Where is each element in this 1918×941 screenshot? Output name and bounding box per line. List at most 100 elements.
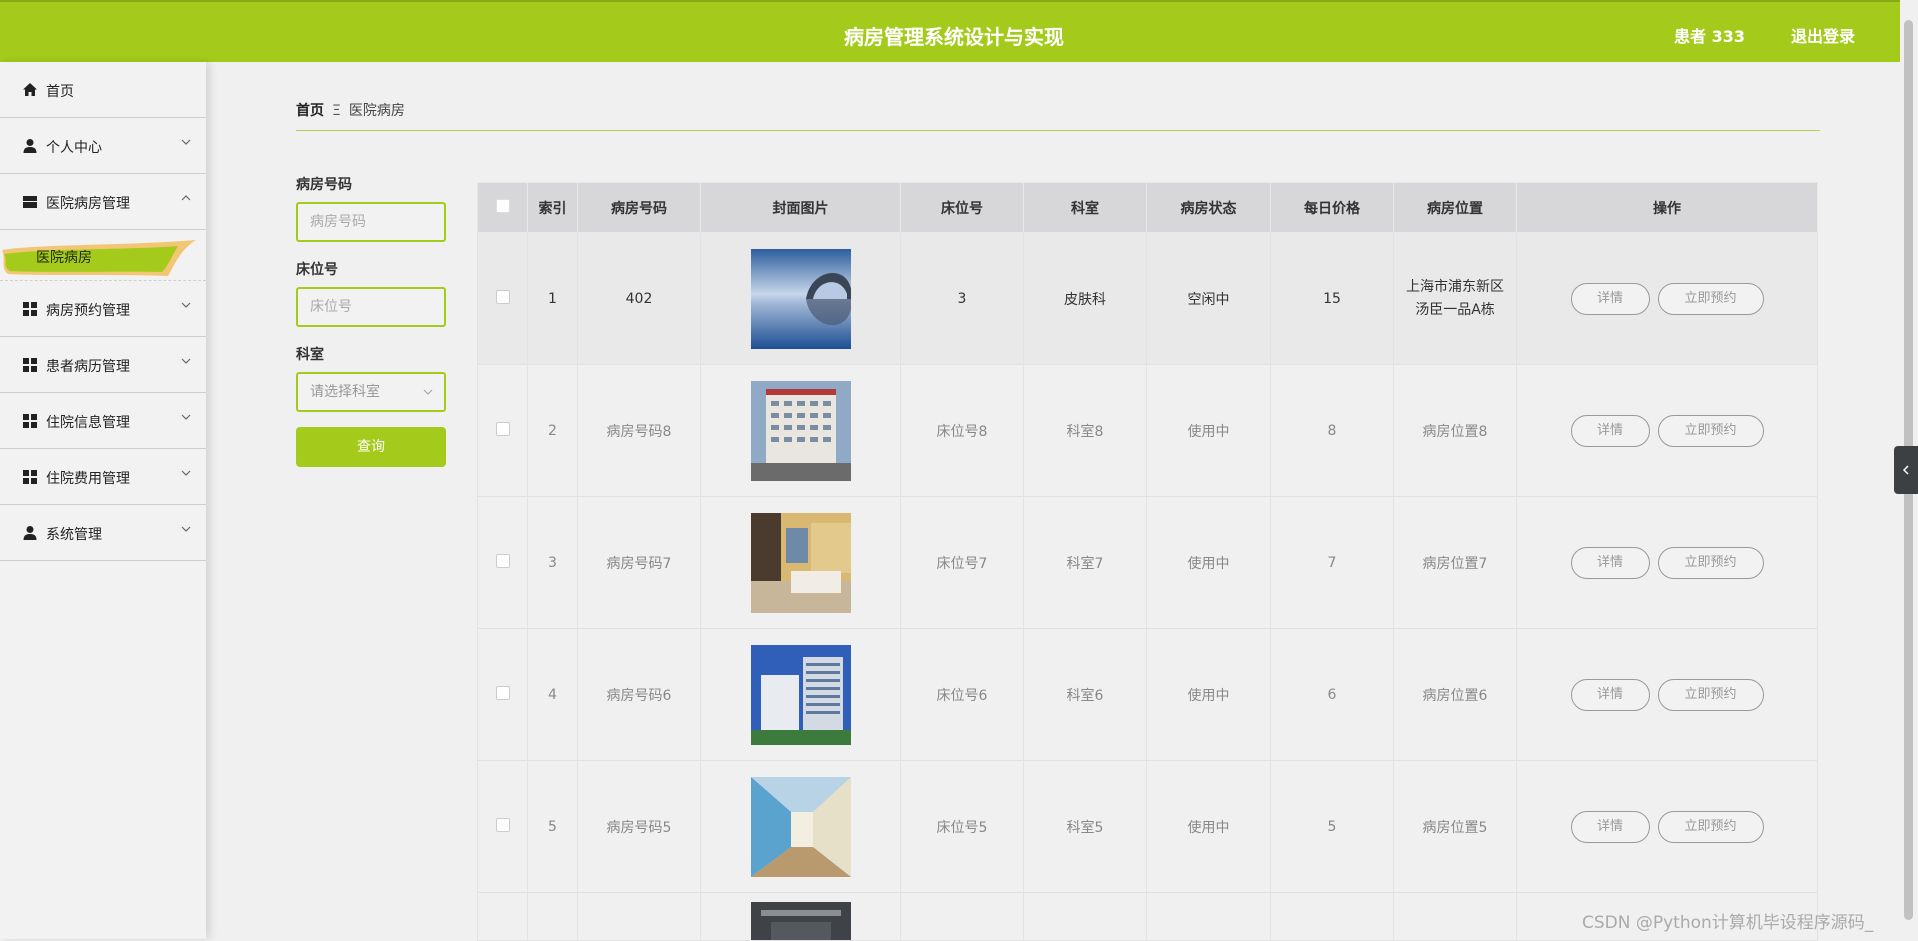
room-number-input[interactable] xyxy=(296,202,446,242)
cell-index: 5 xyxy=(527,760,578,893)
department-select-placeholder: 请选择科室 xyxy=(310,384,380,400)
column-header: 封面图片 xyxy=(700,182,901,233)
book-now-button[interactable]: 立即预约 xyxy=(1657,282,1764,315)
cell-location: 上海市浦东新区 汤臣一品A栋 xyxy=(1393,232,1517,365)
row-checkbox[interactable] xyxy=(495,817,510,832)
row-checkbox[interactable] xyxy=(495,421,510,436)
sidebar-item-home[interactable]: 首页 xyxy=(0,62,206,118)
detail-button[interactable]: 详情 xyxy=(1570,546,1650,579)
cell-cover-image xyxy=(700,232,901,365)
corridor-photo[interactable] xyxy=(750,776,851,877)
detail-button[interactable]: 详情 xyxy=(1570,414,1650,447)
modern-hospital-photo[interactable] xyxy=(750,644,851,745)
sidebar-subitem-label: 医院病房 xyxy=(36,250,92,266)
row-checkbox[interactable] xyxy=(495,685,510,700)
cell-status: 使用中 xyxy=(1146,364,1271,497)
row-checkbox[interactable] xyxy=(495,289,510,304)
cell-department: 皮肤科 xyxy=(1023,232,1147,365)
book-now-button[interactable]: 立即预约 xyxy=(1657,546,1764,579)
column-header: 病房位置 xyxy=(1393,182,1517,233)
logout-link[interactable]: 退出登录 xyxy=(1791,23,1855,47)
cell-room-number: 病房号码5 xyxy=(577,760,701,893)
sidebar-item-system-management[interactable]: 系统管理 xyxy=(0,505,206,561)
row-checkbox[interactable] xyxy=(495,553,510,568)
sidebar-item-inpatient-fees[interactable]: 住院费用管理 xyxy=(0,449,206,505)
sidebar-item-personal-center[interactable]: 个人中心 xyxy=(0,118,206,174)
side-collapse-tab[interactable] xyxy=(1894,446,1918,494)
select-all-header[interactable] xyxy=(477,182,528,233)
folder-icon xyxy=(23,196,37,208)
cell-daily-price: 7 xyxy=(1270,496,1394,629)
ward-room-photo[interactable] xyxy=(750,512,851,613)
department-select[interactable]: 请选择科室 xyxy=(296,372,446,412)
query-button[interactable]: 查询 xyxy=(296,427,446,467)
bed-number-input[interactable] xyxy=(296,287,446,327)
column-header: 病房状态 xyxy=(1146,182,1271,233)
cell-location: 病房位置6 xyxy=(1393,628,1517,761)
sidebar-item-medical-records[interactable]: 患者病历管理 xyxy=(0,337,206,393)
sidebar-item-inpatient-info[interactable]: 住院信息管理 xyxy=(0,393,206,449)
cell-index: 1 xyxy=(527,232,578,365)
book-now-button[interactable]: 立即预约 xyxy=(1657,678,1764,711)
table-row: 1 402 3 皮肤科 空闲中 15 上海市浦东新区 汤臣一品A栋 详情 立即预约 xyxy=(477,232,1818,365)
cell-department: 科室6 xyxy=(1023,628,1147,761)
cell-department: 科室5 xyxy=(1023,760,1147,893)
sidebar-item-booking-management[interactable]: 病房预约管理 xyxy=(0,281,206,337)
dark-ward-photo[interactable] xyxy=(750,902,851,940)
grid-icon xyxy=(23,470,37,484)
cell-daily-price: 5 xyxy=(1270,760,1394,893)
chevron-down-icon xyxy=(181,358,191,364)
grid-icon xyxy=(23,302,37,316)
sidebar-item-label: 住院费用管理 xyxy=(46,471,130,487)
table-row: 4 病房号码6 床位号6 科室6 使用中 6 病房位置6 详情 立即预约 xyxy=(477,628,1818,761)
sidebar-subitem-hospital-ward[interactable]: 医院病房 xyxy=(0,230,206,281)
cell-status: 空闲中 xyxy=(1146,232,1271,365)
current-user[interactable]: 患者 333 xyxy=(1674,23,1745,47)
hospital-building-photo[interactable] xyxy=(750,380,851,481)
book-now-button[interactable]: 立即预约 xyxy=(1657,414,1764,447)
cell-status: 使用中 xyxy=(1146,628,1271,761)
breadcrumb: 首页 Ξ 医院病房 xyxy=(296,100,405,120)
cell-index: 2 xyxy=(527,364,578,497)
select-all-checkbox[interactable] xyxy=(495,198,510,213)
cell-bed-number: 3 xyxy=(900,232,1024,365)
table-row: 2 病房号码8 床位号8 科室8 使用中 8 病房位置8 详情 立即预约 xyxy=(477,364,1818,497)
cell-actions: 详情 立即预约 xyxy=(1516,628,1818,761)
sidebar-item-label: 医院病房管理 xyxy=(46,196,130,212)
chevron-down-icon xyxy=(181,470,191,476)
grid-icon xyxy=(23,414,37,428)
table-row: 5 病房号码5 床位号5 科室5 使用中 5 病房位置5 详情 立即预约 xyxy=(477,760,1818,893)
breadcrumb-home[interactable]: 首页 xyxy=(296,103,324,119)
cell-department: 科室8 xyxy=(1023,364,1147,497)
sidebar-item-label: 首页 xyxy=(46,84,74,100)
sidebar-item-label: 系统管理 xyxy=(46,527,102,543)
detail-button[interactable]: 详情 xyxy=(1570,678,1650,711)
sidebar-item-ward-management[interactable]: 医院病房管理 xyxy=(0,174,206,230)
bridge-lake-photo[interactable] xyxy=(750,248,851,349)
detail-button[interactable]: 详情 xyxy=(1570,810,1650,843)
cell-actions: 详情 立即预约 xyxy=(1516,364,1818,497)
cell-room-number: 病房号码8 xyxy=(577,364,701,497)
cell-daily-price: 8 xyxy=(1270,364,1394,497)
top-header: 病房管理系统设计与实现 患者 333 退出登录 xyxy=(0,0,1900,62)
chevron-left-icon xyxy=(1902,465,1909,475)
detail-button[interactable]: 详情 xyxy=(1570,282,1650,315)
column-header: 操作 xyxy=(1516,182,1818,233)
cell-index: 4 xyxy=(527,628,578,761)
watermark: CSDN @Python计算机毕设程序源码_ xyxy=(1582,913,1874,933)
column-header: 床位号 xyxy=(900,182,1024,233)
cell-room-number: 病房号码6 xyxy=(577,628,701,761)
cell-status: 使用中 xyxy=(1146,760,1271,893)
grid-icon xyxy=(23,358,37,372)
cell-room-number: 402 xyxy=(577,232,701,365)
column-header: 科室 xyxy=(1023,182,1147,233)
active-brush-highlight xyxy=(2,240,196,276)
book-now-button[interactable]: 立即预约 xyxy=(1657,810,1764,843)
column-header: 病房号码 xyxy=(577,182,701,233)
column-header: 每日价格 xyxy=(1270,182,1394,233)
cell-cover-image xyxy=(700,892,901,941)
cell-cover-image xyxy=(700,496,901,629)
column-header: 索引 xyxy=(527,182,578,233)
department-label: 科室 xyxy=(296,347,324,363)
location-line-1: 上海市浦东新区 xyxy=(1406,278,1504,295)
